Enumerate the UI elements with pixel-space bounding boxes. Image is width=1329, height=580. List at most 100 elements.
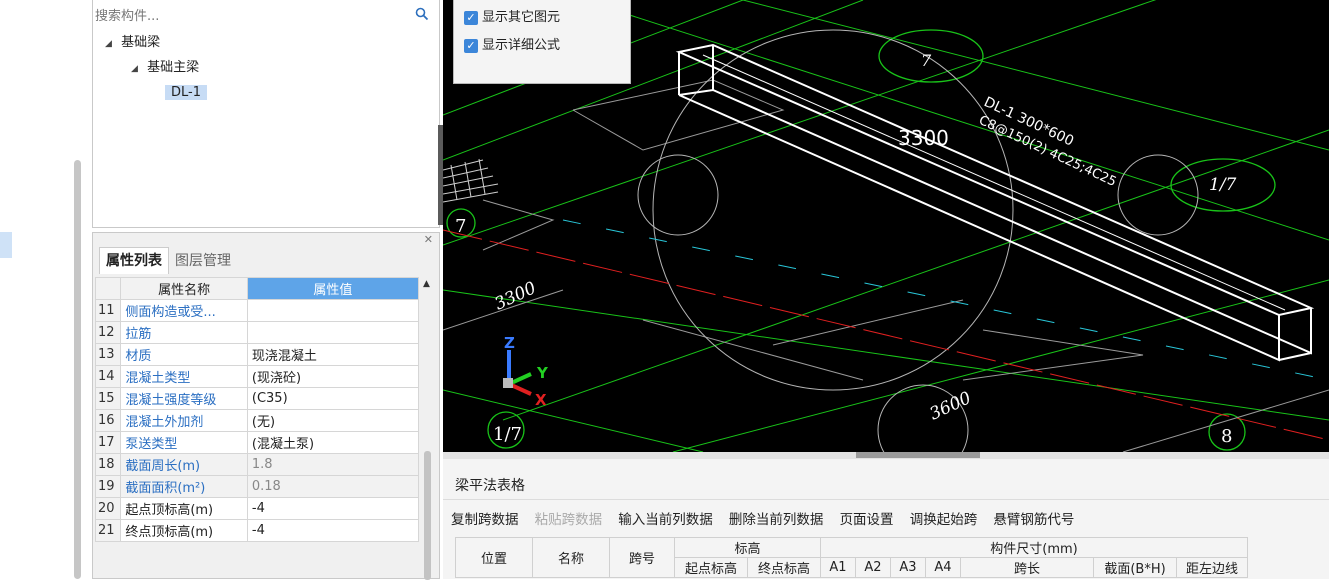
property-name: 拉筋 — [120, 321, 248, 344]
property-name: 起点顶标高(m) — [120, 497, 248, 520]
paste-span-data-button[interactable]: 粘贴跨数据 — [535, 508, 603, 528]
z-axis-label: Z — [504, 334, 515, 352]
property-scrollbar-thumb[interactable] — [424, 451, 431, 580]
search-input[interactable] — [95, 6, 405, 26]
dimension-label: 3300 — [492, 278, 540, 314]
table-row[interactable]: 18 截面周长(m) 1.8 — [94, 453, 420, 476]
column-header-a3[interactable]: A3 — [890, 557, 926, 578]
x-axis-label: X — [535, 391, 547, 409]
show-other-elements-option[interactable]: ✓ 显示其它图元 — [464, 8, 560, 28]
tree-node-foundation-beam[interactable]: ◢ 基础梁 — [105, 32, 160, 54]
property-value[interactable]: (C35) — [246, 387, 420, 410]
table-row[interactable]: 14 混凝土类型 (现浇砼) — [94, 365, 420, 388]
axis-number-label: 1/7 — [1209, 175, 1237, 195]
property-name: 截面周长(m) — [120, 453, 248, 476]
property-panel: ✕ 属性列表 图层管理 属性名称 属性值 11 侧面构造或受... 12 拉筋 13 材… — [92, 232, 440, 580]
row-number: 14 — [94, 365, 122, 388]
property-value[interactable]: -4 — [246, 519, 420, 542]
property-value[interactable]: 现浇混凝土 — [246, 343, 420, 366]
page-setup-button[interactable]: 页面设置 — [840, 508, 894, 528]
row-number: 18 — [94, 453, 122, 476]
expanded-triangle-icon[interactable]: ◢ — [131, 58, 143, 80]
close-icon[interactable]: ✕ — [424, 233, 433, 246]
column-header-section[interactable]: 截面(B*H) — [1093, 557, 1177, 578]
row-number: 17 — [94, 431, 122, 454]
copy-span-data-button[interactable]: 复制跨数据 — [451, 508, 519, 528]
swap-start-span-button[interactable]: 调换起始跨 — [910, 508, 978, 528]
property-value: 1.8 — [246, 453, 420, 476]
left-scrollbar[interactable] — [74, 160, 81, 579]
dimension-label: 3600 — [927, 388, 975, 424]
column-header-left-distance[interactable]: 距左边线 — [1176, 557, 1248, 578]
beam-table-panel: 梁平法表格 复制跨数据 粘贴跨数据 输入当前列数据 删除当前列数据 页面设置 调… — [443, 459, 1329, 579]
row-number: 16 — [94, 409, 122, 432]
table-row[interactable]: 16 混凝土外加剂 (无) — [94, 409, 420, 432]
property-table: 属性名称 属性值 11 侧面构造或受... 12 拉筋 13 材质 现浇混凝土 14 混凝… — [94, 277, 420, 542]
tree-node-label: 基础主梁 — [147, 60, 200, 75]
y-axis-label: Y — [536, 364, 549, 382]
column-header-size[interactable]: 构件尺寸(mm) — [820, 537, 1248, 558]
table-row[interactable]: 13 材质 现浇混凝土 — [94, 343, 420, 366]
property-value-header: 属性值 — [246, 277, 420, 300]
dimension-label: 3300 — [898, 126, 949, 150]
column-header-elevation[interactable]: 标高 — [674, 537, 821, 558]
table-row[interactable]: 15 混凝土强度等级 (C35) — [94, 387, 420, 410]
table-row[interactable]: 12 拉筋 — [94, 321, 420, 344]
delete-current-column-button[interactable]: 删除当前列数据 — [729, 508, 824, 528]
column-header-start-elevation[interactable]: 起点标高 — [674, 557, 748, 578]
row-number-header — [94, 277, 122, 300]
column-header-position[interactable]: 位置 — [455, 537, 533, 578]
property-value[interactable]: (无) — [246, 409, 420, 432]
divider — [443, 499, 1329, 500]
left-side-tab[interactable] — [0, 232, 12, 258]
expanded-triangle-icon[interactable]: ◢ — [105, 33, 117, 55]
tree-node-dl-1[interactable]: DL-1 — [165, 82, 207, 104]
column-header-end-elevation[interactable]: 终点标高 — [747, 557, 821, 578]
tree-node-label: DL-1 — [165, 85, 207, 100]
search-icon[interactable] — [415, 7, 431, 23]
property-value[interactable]: (混凝土泵) — [246, 431, 420, 454]
table-row[interactable]: 17 泵送类型 (混凝土泵) — [94, 431, 420, 454]
checkbox-checked-icon[interactable]: ✓ — [464, 39, 478, 53]
property-tabs: 属性列表 图层管理 — [99, 247, 237, 274]
input-current-column-button[interactable]: 输入当前列数据 — [618, 508, 713, 528]
column-header-span-length[interactable]: 跨长 — [960, 557, 1094, 578]
search-bar — [93, 6, 433, 26]
property-value[interactable] — [246, 299, 420, 322]
show-detailed-formula-option[interactable]: ✓ 显示详细公式 — [464, 36, 560, 56]
checkbox-checked-icon[interactable]: ✓ — [464, 11, 478, 25]
beam-table: 位置 名称 跨号 标高 构件尺寸(mm) 起点标高 终点标高 A1 A2 A3 … — [455, 537, 1248, 578]
splitter-grip-handle[interactable] — [856, 452, 980, 458]
table-row[interactable]: 21 终点顶标高(m) -4 — [94, 519, 420, 542]
table-row[interactable]: 20 起点顶标高(m) -4 — [94, 497, 420, 520]
scroll-up-arrow-icon[interactable]: ▲ — [423, 279, 430, 289]
tree-node-foundation-main-beam[interactable]: ◢ 基础主梁 — [131, 57, 199, 79]
row-number: 20 — [94, 497, 122, 520]
column-header-span-number[interactable]: 跨号 — [609, 537, 675, 578]
property-name: 混凝土类型 — [120, 365, 248, 388]
property-name: 混凝土外加剂 — [120, 409, 248, 432]
property-value[interactable]: -4 — [246, 497, 420, 520]
row-number: 19 — [94, 475, 122, 498]
tab-layer-management[interactable]: 图层管理 — [169, 248, 237, 274]
axis-number-label: 1/7 — [493, 424, 522, 445]
column-header-a2[interactable]: A2 — [855, 557, 891, 578]
tab-property-list[interactable]: 属性列表 — [99, 247, 169, 274]
property-name: 截面面积(m²) — [120, 475, 248, 498]
row-number: 13 — [94, 343, 122, 366]
table-row[interactable]: 11 侧面构造或受... — [94, 299, 420, 322]
column-header-a1[interactable]: A1 — [820, 557, 856, 578]
property-name: 泵送类型 — [120, 431, 248, 454]
property-value[interactable]: (现浇砼) — [246, 365, 420, 388]
column-header-name[interactable]: 名称 — [532, 537, 610, 578]
table-row[interactable]: 19 截面面积(m²) 0.18 — [94, 475, 420, 498]
beam-toolbar: 复制跨数据 粘贴跨数据 输入当前列数据 删除当前列数据 页面设置 调换起始跨 悬… — [451, 508, 1086, 530]
property-name: 材质 — [120, 343, 248, 366]
property-value[interactable] — [246, 321, 420, 344]
row-number: 12 — [94, 321, 122, 344]
axis-number-label: 7 — [455, 216, 466, 237]
property-name-header: 属性名称 — [120, 277, 248, 300]
column-header-a4[interactable]: A4 — [925, 557, 961, 578]
property-name: 侧面构造或受... — [120, 299, 248, 322]
cantilever-rebar-code-button[interactable]: 悬臂钢筋代号 — [993, 508, 1074, 528]
